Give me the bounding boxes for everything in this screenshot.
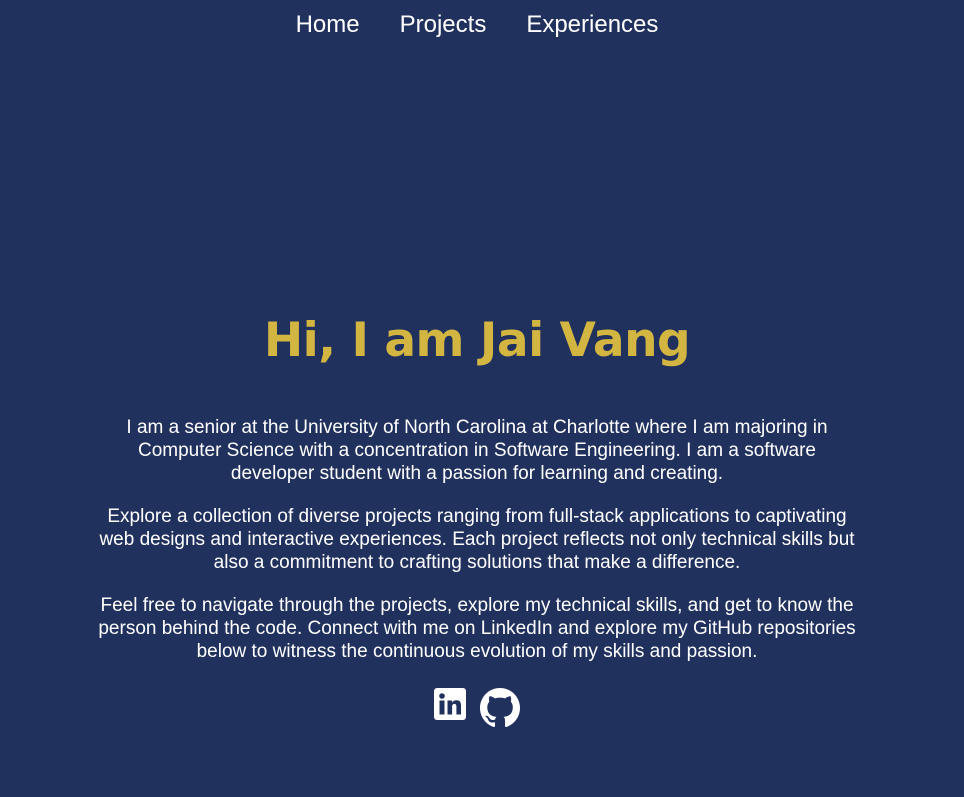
github-icon — [480, 688, 520, 728]
nav-experiences-link[interactable]: Experiences — [526, 10, 658, 40]
nav-projects-link[interactable]: Projects — [400, 10, 487, 40]
bio-paragraph-intro: I am a senior at the University of North… — [126, 417, 828, 484]
linkedin-icon — [434, 688, 466, 720]
hero-title: Hi, I am Jai Vang — [263, 313, 691, 368]
bio-paragraph-projects: Explore a collection of diverse projects… — [99, 506, 855, 573]
bio-paragraph-connect: Feel free to navigate through the projec… — [98, 595, 856, 662]
top-nav: Home Projects Experiences — [0, 10, 954, 40]
social-links — [0, 688, 954, 728]
linkedin-link[interactable] — [434, 688, 466, 728]
bio-section: I am a senior at the University of North… — [96, 416, 858, 683]
nav-home-link[interactable]: Home — [296, 10, 360, 40]
github-link[interactable] — [480, 688, 520, 728]
